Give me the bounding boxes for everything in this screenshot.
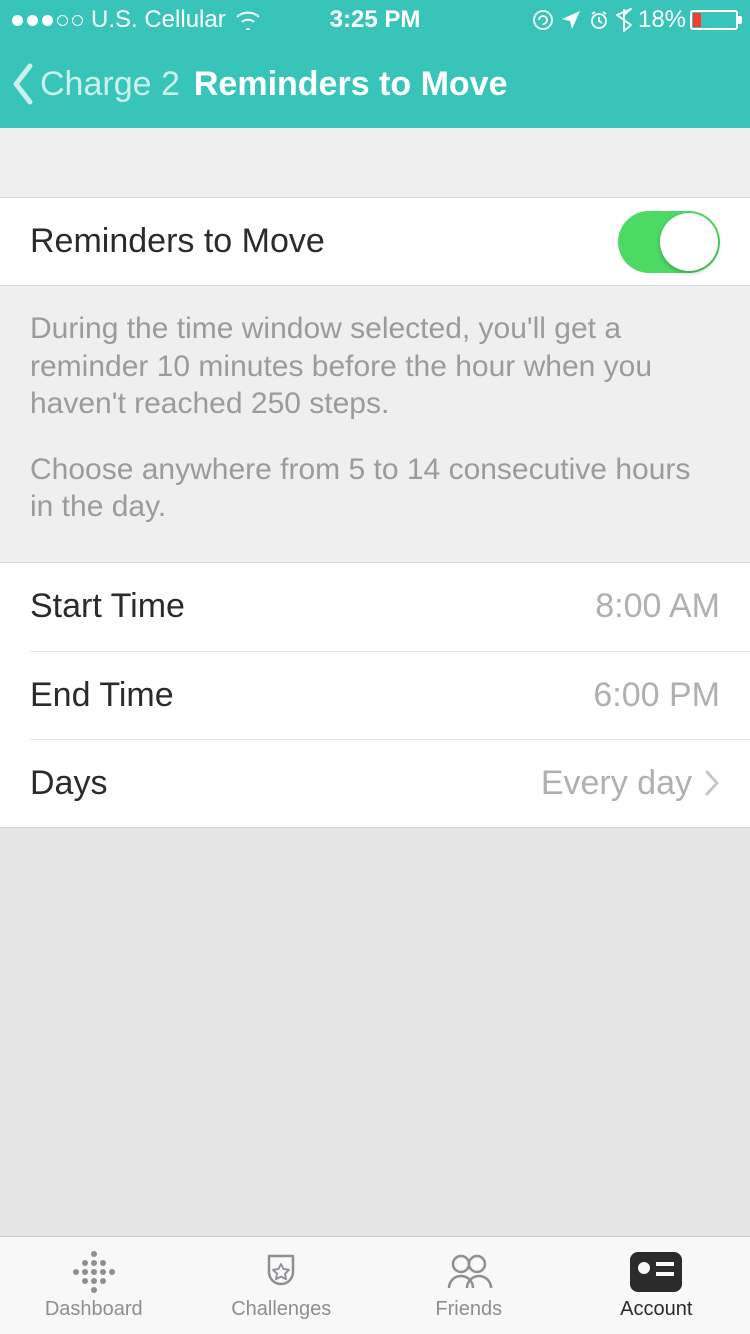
reminders-toggle-row: Reminders to Move: [0, 198, 750, 286]
account-icon: [630, 1250, 682, 1294]
description-p1: During the time window selected, you'll …: [30, 310, 720, 423]
start-time-value: 8:00 AM: [595, 587, 720, 626]
page-title: Reminders to Move: [194, 65, 508, 104]
days-label: Days: [30, 764, 107, 803]
tab-challenges-label: Challenges: [231, 1298, 331, 1321]
tab-bar: Dashboard Challenges Friends Account: [0, 1236, 750, 1334]
friends-icon: [443, 1250, 495, 1294]
tab-account-label: Account: [620, 1298, 692, 1321]
tab-friends[interactable]: Friends: [375, 1237, 563, 1334]
signal-strength-icon: [12, 15, 83, 26]
status-time: 3:25 PM: [330, 6, 421, 34]
end-time-value: 6:00 PM: [593, 676, 720, 715]
dashboard-icon: [68, 1250, 120, 1294]
back-button[interactable]: Charge 2: [10, 62, 180, 106]
start-time-label: Start Time: [30, 587, 185, 626]
battery-icon: [690, 10, 738, 30]
end-time-label: End Time: [30, 676, 174, 715]
carrier-label: U.S. Cellular: [91, 6, 226, 34]
tab-challenges[interactable]: Challenges: [188, 1237, 376, 1334]
description-text: During the time window selected, you'll …: [0, 286, 750, 563]
start-time-row[interactable]: Start Time 8:00 AM: [0, 563, 750, 651]
back-label: Charge 2: [40, 65, 180, 104]
bluetooth-icon: [616, 8, 632, 32]
nav-header: Charge 2 Reminders to Move: [0, 40, 750, 128]
tab-dashboard[interactable]: Dashboard: [0, 1237, 188, 1334]
tab-account[interactable]: Account: [563, 1237, 750, 1334]
days-value: Every day: [541, 764, 692, 803]
chevron-right-icon: [704, 769, 720, 797]
days-row[interactable]: Days Every day: [30, 739, 750, 827]
tab-friends-label: Friends: [435, 1298, 502, 1321]
alarm-icon: [588, 9, 610, 31]
status-bar: U.S. Cellular 3:25 PM 18%: [0, 0, 750, 40]
chevron-left-icon: [10, 62, 36, 106]
battery-percent: 18%: [638, 6, 686, 34]
location-icon: [560, 9, 582, 31]
wifi-icon: [234, 10, 262, 30]
description-p2: Choose anywhere from 5 to 14 consecutive…: [30, 451, 720, 526]
rotation-lock-icon: [532, 9, 554, 31]
end-time-row[interactable]: End Time 6:00 PM: [30, 651, 750, 739]
reminders-toggle-label: Reminders to Move: [30, 222, 325, 261]
challenges-icon: [255, 1250, 307, 1294]
tab-dashboard-label: Dashboard: [45, 1298, 143, 1321]
reminders-toggle-switch[interactable]: [618, 211, 720, 273]
